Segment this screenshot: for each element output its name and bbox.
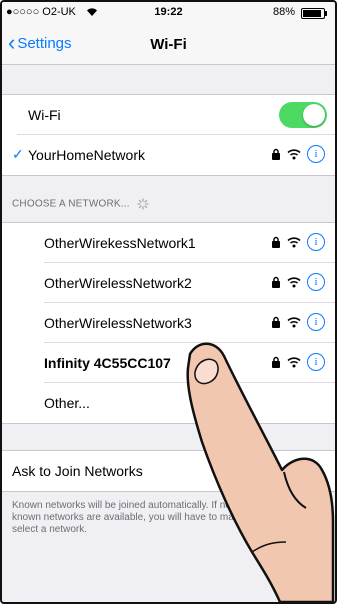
phone-screen: ●○○○○ O2-UK 19:22 88% ‹ Settings Wi-Fi W… — [0, 0, 337, 604]
finger-illustration — [186, 342, 335, 602]
